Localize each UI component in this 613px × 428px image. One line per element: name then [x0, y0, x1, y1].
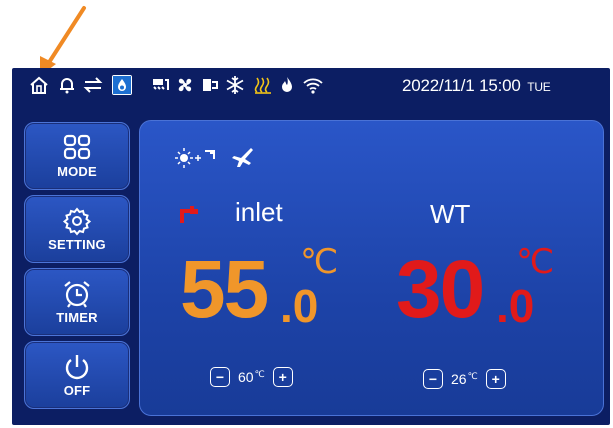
wt-temp-dec: .0	[496, 280, 535, 332]
wt-temp-unit: ℃	[516, 243, 555, 281]
inlet-temperature: 55.0 ℃	[180, 245, 338, 331]
inlet-setpoint-value: 60	[238, 369, 254, 385]
bell-icon[interactable]	[56, 74, 78, 96]
setting-button[interactable]: SETTING	[24, 195, 130, 263]
mode-indicators	[170, 145, 256, 171]
setting-label: SETTING	[48, 237, 106, 252]
heating-coil-icon[interactable]	[252, 74, 274, 96]
off-label: OFF	[63, 383, 91, 398]
grid-icon	[63, 134, 91, 160]
inlet-label: inlet	[235, 197, 283, 227]
sun-plus-tap-icon	[175, 148, 215, 168]
mode-button[interactable]: MODE	[24, 122, 130, 190]
fan-icon[interactable]	[174, 74, 196, 96]
snowflake-icon[interactable]	[224, 74, 246, 96]
wifi-icon[interactable]	[302, 74, 324, 96]
inlet-temp-int: 55	[180, 244, 269, 335]
inlet-decrease-button[interactable]: −	[210, 367, 230, 387]
date-text: 2022/11/1	[402, 76, 475, 95]
date-time: 2022/11/1 15:00 TUE	[402, 76, 551, 96]
wt-setpoint: 26 ℃	[451, 371, 478, 387]
controller-screen: 2022/11/1 15:00 TUE MODE SETTING TIMER O…	[12, 68, 610, 425]
heater-icon[interactable]	[149, 74, 171, 96]
inlet-setpoint-unit: ℃	[254, 369, 265, 379]
flame-icon[interactable]	[276, 74, 298, 96]
timer-label: TIMER	[56, 310, 98, 325]
power-icon	[65, 355, 89, 380]
wt-temperature: 30.0 ℃	[396, 245, 554, 331]
transfer-arrows-icon[interactable]	[82, 74, 104, 96]
inlet-temp-unit: ℃	[300, 243, 339, 281]
wt-decrease-button[interactable]: −	[423, 369, 443, 389]
water-drop-icon[interactable]	[112, 75, 132, 95]
wt-increase-button[interactable]: +	[485, 369, 506, 389]
inlet-temp-dec: .0	[280, 280, 319, 332]
home-icon[interactable]	[28, 74, 50, 96]
wt-label: WT	[430, 199, 471, 229]
timer-button[interactable]: TIMER	[24, 268, 130, 336]
wt-setpoint-value: 26	[451, 371, 467, 387]
wt-setpoint-stepper: − 26 ℃ +	[423, 369, 506, 389]
main-panel: inlet WT 55.0 ℃ 30.0 ℃ − 60 ℃ + − 26 ℃ +	[139, 120, 604, 416]
gear-icon	[62, 207, 92, 236]
weekday-text: TUE	[527, 80, 551, 94]
tap-icon	[180, 206, 198, 223]
inlet-setpoint: 60 ℃	[238, 369, 265, 385]
wt-setpoint-unit: ℃	[467, 371, 478, 381]
alarm-clock-icon	[64, 281, 90, 308]
inlet-setpoint-stepper: − 60 ℃ +	[210, 367, 293, 387]
status-bar: 2022/11/1 15:00 TUE	[12, 68, 610, 102]
off-button[interactable]: OFF	[24, 341, 130, 409]
inlet-increase-button[interactable]: +	[272, 367, 293, 387]
time-text: 15:00	[479, 76, 521, 95]
mode-label: MODE	[57, 164, 97, 179]
pump-icon[interactable]	[199, 74, 221, 96]
wt-temp-int: 30	[396, 244, 485, 335]
airplane-icon	[232, 148, 253, 167]
